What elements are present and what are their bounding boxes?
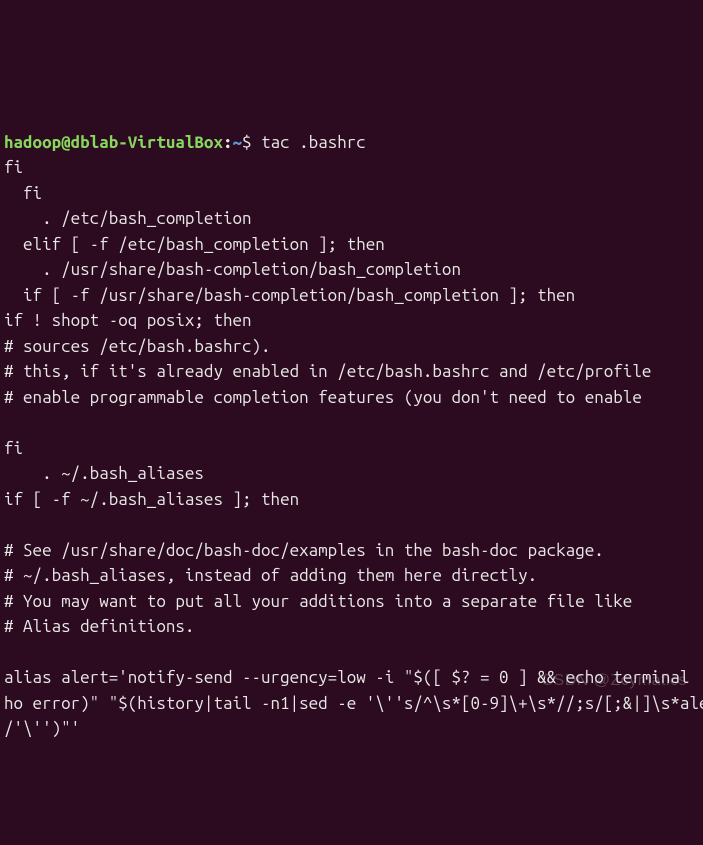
prompt-dollar: $ — [242, 133, 261, 152]
output-line: if ! shopt -oq posix; then — [4, 311, 252, 330]
output-line: . ~/.bash_aliases — [4, 464, 204, 483]
prompt-path: ~ — [233, 133, 243, 152]
output-line: # this, if it's already enabled in /etc/… — [4, 362, 651, 381]
output-line: ho error)" "$(history|tail -n1|sed -e '\… — [4, 694, 703, 713]
output-line: . /usr/share/bash-completion/bash_comple… — [4, 260, 461, 279]
output-line: . /etc/bash_completion — [4, 209, 252, 228]
output-line: # sources /etc/bash.bashrc). — [4, 337, 271, 356]
output-line: # See /usr/share/doc/bash-doc/examples i… — [4, 541, 604, 560]
output-line: fi — [4, 158, 23, 177]
prompt-colon: : — [223, 133, 233, 152]
watermark-text: CSDN @Zcymatics — [541, 669, 687, 693]
output-line: fi — [4, 439, 23, 458]
output-line: /'\'')"' — [4, 719, 80, 738]
output-line: # Alias definitions. — [4, 617, 194, 636]
prompt-user-host: hadoop@dblab-VirtualBox — [4, 133, 223, 152]
output-line: if [ -f ~/.bash_aliases ]; then — [4, 490, 299, 509]
output-line: # You may want to put all your additions… — [4, 592, 632, 611]
output-line: if [ -f /usr/share/bash-completion/bash_… — [4, 286, 575, 305]
prompt-line: hadoop@dblab-VirtualBox:~$ tac .bashrc — [4, 133, 366, 152]
output-line: # ~/.bash_aliases, instead of adding the… — [4, 566, 537, 585]
output-line: elif [ -f /etc/bash_completion ]; then — [4, 235, 385, 254]
terminal-window[interactable]: hadoop@dblab-VirtualBox:~$ tac .bashrc f… — [4, 104, 699, 717]
output-line: # enable programmable completion feature… — [4, 388, 642, 407]
command-text: tac .bashrc — [261, 133, 366, 152]
output-line: fi — [4, 184, 42, 203]
